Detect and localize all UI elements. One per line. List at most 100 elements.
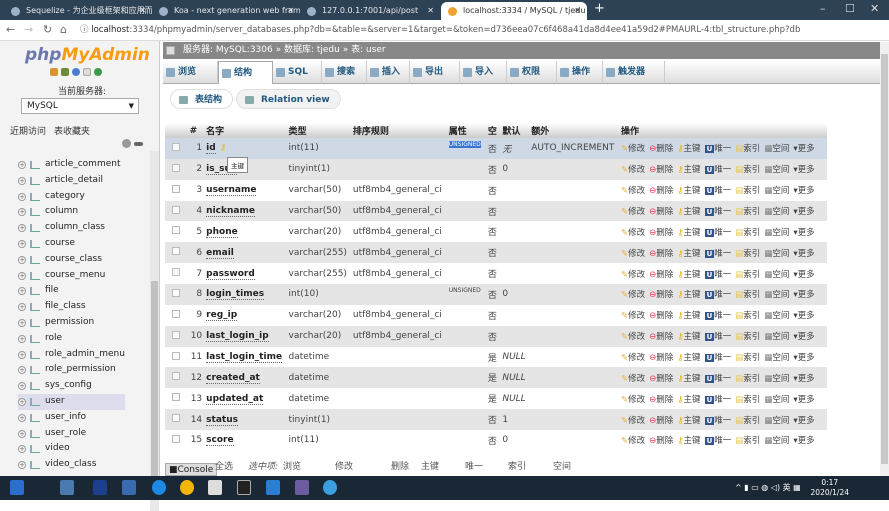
unique-action[interactable]: U 唯一 xyxy=(704,311,731,321)
spatial-action[interactable]: ▦空间 xyxy=(764,395,789,405)
docs-icon[interactable] xyxy=(83,68,91,76)
menu-tab-0[interactable]: 浏览 xyxy=(163,61,218,84)
menu-tab-3[interactable]: 搜索 xyxy=(322,61,367,84)
bulk-action-1[interactable]: 修改 xyxy=(335,459,353,476)
expand-icon[interactable]: + xyxy=(18,366,26,375)
edit-action[interactable]: ✎修改 xyxy=(621,374,645,384)
edit-action[interactable]: ✎修改 xyxy=(621,416,645,426)
drop-action[interactable]: ⊖删除 xyxy=(649,374,673,384)
scrollbar-thumb[interactable] xyxy=(151,281,158,481)
unique-action[interactable]: U 唯一 xyxy=(704,144,731,154)
spatial-action[interactable]: ▦空间 xyxy=(764,207,789,217)
browser-tab[interactable]: Koa - next generation web frame ✕ xyxy=(152,2,300,20)
sidebar-table-article-comment[interactable]: + article_comment xyxy=(18,157,125,173)
edit-action[interactable]: ✎修改 xyxy=(621,144,645,154)
index-action[interactable]: ▤索引 xyxy=(735,395,760,405)
bulk-action-0[interactable]: 浏览 xyxy=(283,459,301,476)
edit-action[interactable]: ✎修改 xyxy=(621,249,645,259)
primary-key-action[interactable]: ⚷主键 xyxy=(677,186,700,196)
spatial-action[interactable]: ▦空间 xyxy=(764,436,789,446)
close-tab-icon[interactable]: ✕ xyxy=(139,2,146,20)
row-checkbox[interactable] xyxy=(172,184,180,193)
close-window-button[interactable]: ✕ xyxy=(870,2,879,15)
row-checkbox[interactable] xyxy=(172,434,180,443)
unique-action[interactable]: U 唯一 xyxy=(704,290,731,300)
unique-action[interactable]: U 唯一 xyxy=(704,165,731,175)
index-action[interactable]: ▤索引 xyxy=(735,416,760,426)
sidebar-table-sys-config[interactable]: + sys_config xyxy=(18,378,125,394)
primary-key-action[interactable]: ⚷主键 xyxy=(677,416,700,426)
primary-key-action[interactable]: ⚷主键 xyxy=(677,311,700,321)
primary-key-action[interactable]: ⚷主键 xyxy=(677,270,700,280)
link-with-main-icon[interactable] xyxy=(134,142,143,146)
index-action[interactable]: ▤索引 xyxy=(735,186,760,196)
more-action[interactable]: ▾更多 xyxy=(793,228,814,238)
sidebar-table-user[interactable]: + user xyxy=(18,393,125,410)
row-checkbox[interactable] xyxy=(172,247,180,256)
row-checkbox[interactable] xyxy=(172,288,180,297)
breadcrumb-server[interactable]: 服务器: MySQL:3306 xyxy=(183,45,273,55)
row-checkbox[interactable] xyxy=(172,351,180,360)
index-action[interactable]: ▤索引 xyxy=(735,436,760,446)
menu-tab-2[interactable]: SQL xyxy=(273,61,322,84)
close-tab-icon[interactable]: ✕ xyxy=(427,2,434,20)
bulk-action-6[interactable]: 空间 xyxy=(553,459,571,476)
breadcrumb-table[interactable]: 表: user xyxy=(351,45,386,55)
home-icon[interactable] xyxy=(50,68,58,76)
spatial-action[interactable]: ▦空间 xyxy=(764,311,789,321)
collapse-all-icon[interactable] xyxy=(122,139,131,148)
index-action[interactable]: ▤索引 xyxy=(735,374,760,384)
drop-action[interactable]: ⊖删除 xyxy=(649,270,673,280)
logout-icon[interactable] xyxy=(61,68,69,76)
more-action[interactable]: ▾更多 xyxy=(793,353,814,363)
edit-action[interactable]: ✎修改 xyxy=(621,290,645,300)
sidebar-table-category[interactable]: + category xyxy=(18,189,125,205)
bulk-action-4[interactable]: 唯一 xyxy=(465,459,483,476)
scrollbar-thumb[interactable] xyxy=(881,54,888,464)
more-action[interactable]: ▾更多 xyxy=(793,311,814,321)
drop-action[interactable]: ⊖删除 xyxy=(649,186,673,196)
explorer-icon[interactable] xyxy=(60,480,74,495)
sidebar-table-permission[interactable]: + permission xyxy=(18,315,125,331)
favorites-tab[interactable]: 表收藏夹 xyxy=(54,127,90,137)
edit-action[interactable]: ✎修改 xyxy=(621,436,645,446)
more-action[interactable]: ▾更多 xyxy=(793,249,814,259)
primary-key-action[interactable]: ⚷主键 xyxy=(677,436,700,446)
drop-action[interactable]: ⊖删除 xyxy=(649,395,673,405)
browser-tab[interactable]: Sequelize - 为企业级框架和应用而 ✕ xyxy=(4,2,152,20)
spatial-action[interactable]: ▦空间 xyxy=(764,270,789,280)
primary-key-action[interactable]: ⚷主键 xyxy=(677,249,700,259)
spatial-action[interactable]: ▦空间 xyxy=(764,374,789,384)
sidebar-table-column[interactable]: + column xyxy=(18,204,125,220)
expand-icon[interactable]: + xyxy=(18,397,26,406)
expand-icon[interactable]: + xyxy=(18,271,26,280)
expand-icon[interactable]: + xyxy=(18,239,26,248)
expand-icon[interactable]: + xyxy=(18,287,26,296)
close-tab-icon[interactable]: ✕ xyxy=(574,2,581,20)
photoshop-icon[interactable] xyxy=(93,480,107,495)
index-action[interactable]: ▤索引 xyxy=(735,249,760,259)
url-input[interactable]: ⓘ localhost:3334/phpmyadmin/server_datab… xyxy=(80,23,800,37)
field-name[interactable]: nickname xyxy=(206,206,255,217)
sidebar-scrollbar[interactable] xyxy=(150,151,159,511)
spatial-action[interactable]: ▦空间 xyxy=(764,290,789,300)
field-name[interactable]: status xyxy=(206,414,238,426)
field-name[interactable]: id xyxy=(206,143,216,155)
field-name[interactable]: created_at xyxy=(206,372,260,384)
expand-icon[interactable]: + xyxy=(18,429,26,438)
field-name[interactable]: email xyxy=(206,247,234,259)
collapse-icon[interactable] xyxy=(166,46,175,55)
sidebar-table-role-permission[interactable]: + role_permission xyxy=(18,362,125,378)
edit-action[interactable]: ✎修改 xyxy=(621,353,645,363)
terminal-icon[interactable] xyxy=(237,480,251,495)
select-all-checkbox[interactable]: 全选 xyxy=(215,459,233,476)
ime-indicator[interactable]: 英 xyxy=(783,483,791,492)
expand-icon[interactable]: + xyxy=(18,224,26,233)
drop-action[interactable]: ⊖删除 xyxy=(649,249,673,259)
edit-action[interactable]: ✎修改 xyxy=(621,165,645,175)
chrome-icon[interactable] xyxy=(180,480,194,495)
row-checkbox[interactable] xyxy=(172,414,180,423)
spatial-action[interactable]: ▦空间 xyxy=(764,228,789,238)
app-icon[interactable] xyxy=(122,480,136,495)
graphql-icon[interactable] xyxy=(295,480,309,495)
